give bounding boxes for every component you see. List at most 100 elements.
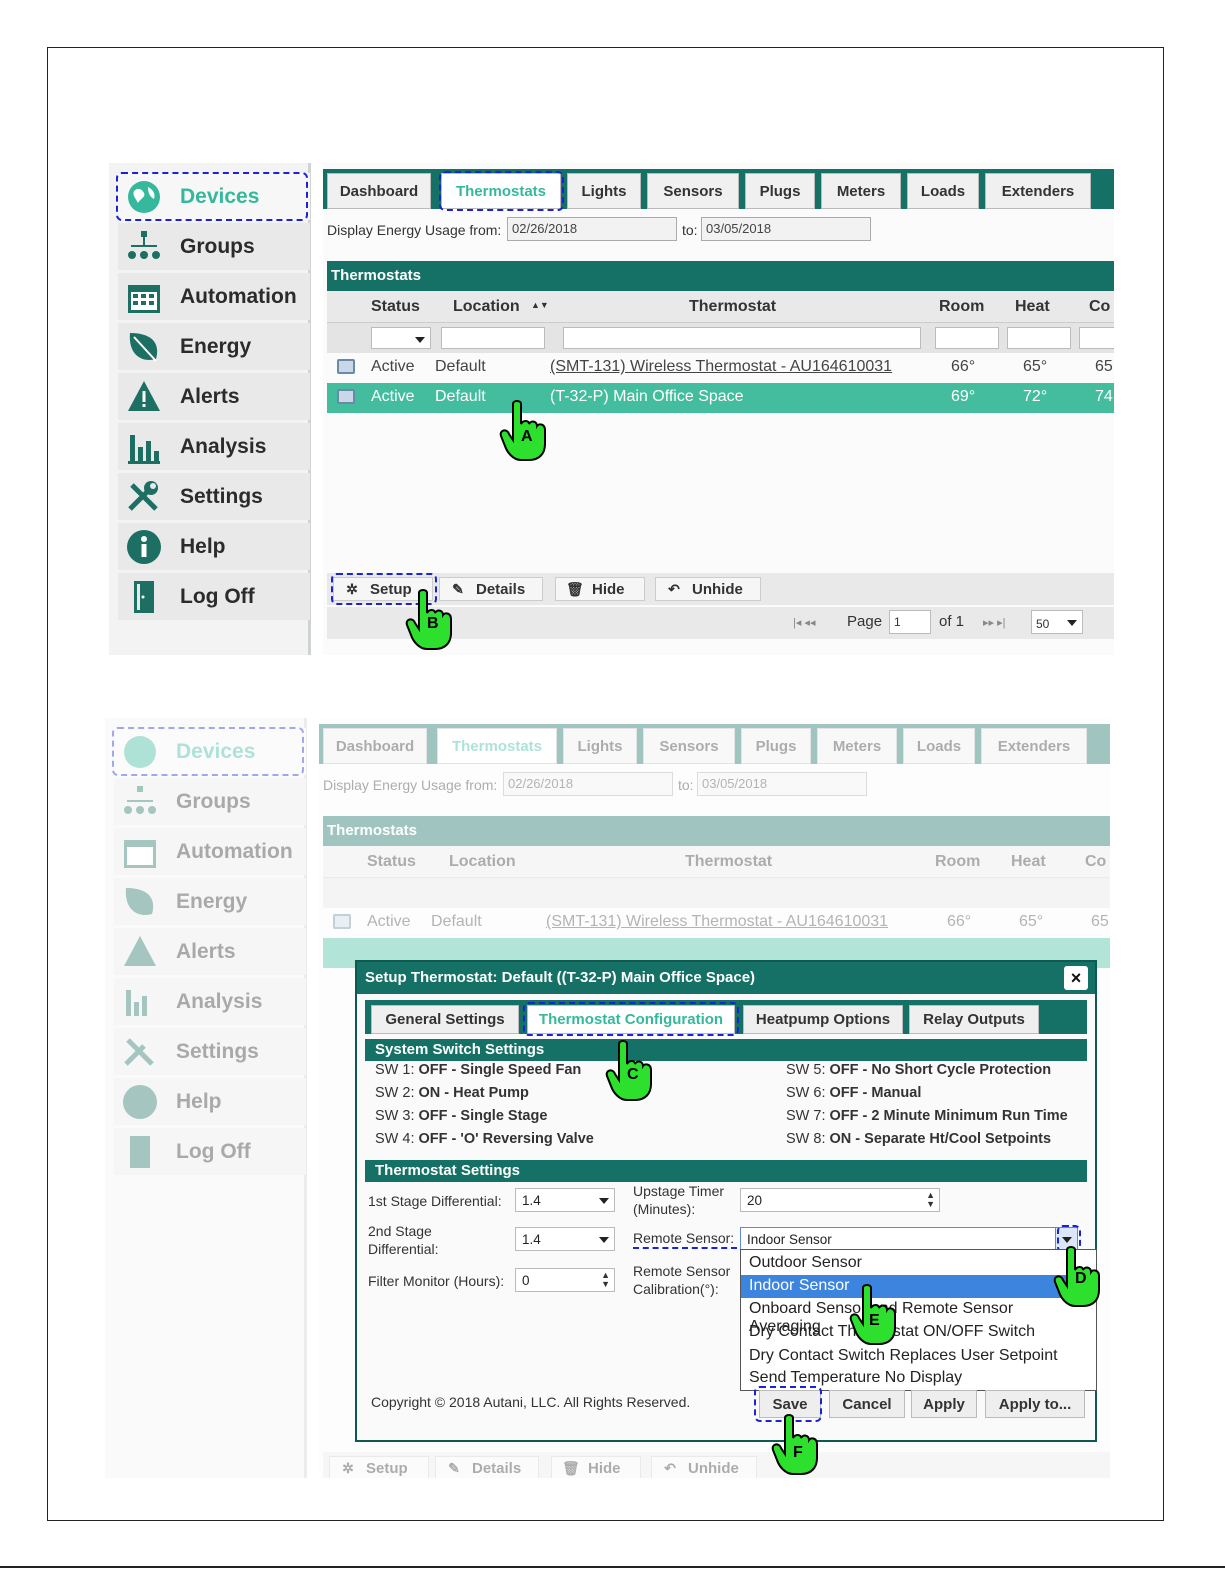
first-page-icon[interactable]: |◂ ◂◂	[793, 616, 815, 629]
row-cool: 74	[1095, 388, 1113, 405]
date-from-input[interactable]: 02/26/2018	[507, 217, 677, 241]
tab-general-settings[interactable]: General Settings	[371, 1005, 519, 1034]
tab-dashboard[interactable]: Dashboard	[327, 173, 431, 209]
heat-filter-input[interactable]	[1007, 327, 1071, 349]
nav-automation[interactable]: Automation	[118, 273, 310, 320]
cool-filter-input[interactable]	[1079, 327, 1114, 349]
col-thermostat[interactable]: Thermostat	[685, 853, 772, 871]
nav-groups[interactable]: Groups	[118, 223, 310, 270]
nav-analysis[interactable]: Analysis	[118, 423, 310, 470]
col-room[interactable]: Room	[935, 853, 980, 871]
tab-dashboard[interactable]: Dashboard	[323, 728, 427, 764]
col-cool[interactable]: Co	[1085, 853, 1106, 871]
nav-groups[interactable]: Groups	[114, 778, 306, 825]
option-outdoor-sensor[interactable]: Outdoor Sensor	[741, 1252, 1096, 1275]
nav-automation[interactable]: Automation	[114, 828, 306, 875]
tab-extenders[interactable]: Extenders	[981, 728, 1087, 764]
nav-settings[interactable]: Settings	[114, 1028, 306, 1075]
tab-plugs[interactable]: Plugs	[741, 728, 811, 764]
tab-thermostats[interactable]: Thermostats	[441, 173, 561, 209]
col-location[interactable]: Location	[449, 853, 516, 871]
unhide-button[interactable]: ↶ Unhide	[655, 577, 761, 601]
tab-thermostats[interactable]: Thermostats	[437, 728, 557, 764]
room-filter-input[interactable]	[935, 327, 999, 349]
tab-relay-outputs[interactable]: Relay Outputs	[909, 1005, 1039, 1034]
tab-meters[interactable]: Meters	[821, 173, 901, 209]
hide-button[interactable]: 🗑 Hide	[555, 577, 645, 601]
tab-loads[interactable]: Loads	[903, 728, 975, 764]
upstage-spinner[interactable]: 20 ▲ ▼	[740, 1188, 940, 1212]
apply-button[interactable]: Apply	[911, 1390, 977, 1418]
date-to-input[interactable]: 03/05/2018	[697, 772, 867, 796]
nav-alerts[interactable]: Alerts	[114, 928, 306, 975]
upstage-value: 20	[747, 1193, 763, 1208]
tab-sensors[interactable]: Sensors	[643, 728, 735, 764]
tab-lights[interactable]: Lights	[567, 173, 641, 209]
col-heat[interactable]: Heat	[1015, 298, 1050, 316]
location-filter-input[interactable]	[441, 327, 545, 349]
option-send-temperature[interactable]: Send Temperature No Display	[741, 1367, 1096, 1390]
tab-extenders[interactable]: Extenders	[985, 173, 1091, 209]
nav-energy[interactable]: Energy	[114, 878, 306, 925]
col-heat[interactable]: Heat	[1011, 853, 1046, 871]
col-location[interactable]: Location	[453, 298, 520, 316]
nav-label: Settings	[176, 1039, 259, 1063]
spinner-arrows-icon[interactable]: ▲ ▼	[926, 1191, 935, 1209]
date-from-input[interactable]: 02/26/2018	[503, 772, 673, 796]
option-sensor-averaging[interactable]: Onboard Sensor and Remote Sensor Averagi…	[741, 1298, 1096, 1335]
sw-id: SW 3:	[375, 1108, 415, 1124]
stage2-select[interactable]: 1.4	[515, 1227, 615, 1251]
remote-sensor-value: Indoor Sensor	[747, 1232, 832, 1247]
row-thermostat-link[interactable]: (SMT-131) Wireless Thermostat - AU164610…	[546, 913, 888, 931]
tab-sensors[interactable]: Sensors	[647, 173, 739, 209]
option-indoor-sensor[interactable]: Indoor Sensor	[741, 1275, 1096, 1298]
nav-devices[interactable]: Devices	[118, 173, 310, 220]
page-size-select[interactable]: 50	[1031, 610, 1083, 634]
tab-heatpump-options[interactable]: Heatpump Options	[743, 1005, 903, 1034]
stage1-select[interactable]: 1.4	[515, 1188, 615, 1212]
tab-plugs[interactable]: Plugs	[745, 173, 815, 209]
status-filter-select[interactable]	[371, 327, 431, 349]
table-row-selected[interactable]: Active Default (T-32-P) Main Office Spac…	[327, 383, 1114, 413]
date-to-label: to:	[682, 222, 698, 238]
close-icon[interactable]: ×	[1064, 966, 1088, 990]
col-cool[interactable]: Co	[1089, 298, 1110, 316]
nav-analysis[interactable]: Analysis	[114, 978, 306, 1025]
option-dry-contact-switch[interactable]: Dry Contact Thermostat ON/OFF Switch	[741, 1321, 1096, 1344]
row-thermostat-link[interactable]: (SMT-131) Wireless Thermostat - AU164610…	[550, 358, 892, 376]
tab-lights[interactable]: Lights	[563, 728, 637, 764]
details-button[interactable]: ✎ Details	[435, 1456, 539, 1478]
col-room[interactable]: Room	[939, 298, 984, 316]
nav-help[interactable]: Help	[118, 523, 310, 570]
apply-to-button[interactable]: Apply to...	[985, 1390, 1085, 1418]
col-status[interactable]: Status	[367, 853, 416, 871]
hide-button[interactable]: 🗑 Hide	[551, 1456, 641, 1478]
nav-log-off[interactable]: Log Off	[114, 1128, 306, 1175]
nav-energy[interactable]: Energy	[118, 323, 310, 370]
spinner-arrows-icon[interactable]: ▲ ▼	[601, 1271, 610, 1289]
table-row[interactable]: Active Default (SMT-131) Wireless Thermo…	[323, 908, 1110, 938]
table-row[interactable]: Active Default (SMT-131) Wireless Thermo…	[327, 353, 1114, 383]
filter-spinner[interactable]: 0 ▲ ▼	[515, 1268, 615, 1292]
nav-alerts[interactable]: Alerts	[118, 373, 310, 420]
col-status[interactable]: Status	[371, 298, 420, 316]
nav-devices[interactable]: Devices	[114, 728, 306, 775]
remote-sensor-select[interactable]: Indoor Sensor	[740, 1227, 1078, 1251]
tab-thermostat-configuration[interactable]: Thermostat Configuration	[527, 1005, 735, 1034]
nav-settings[interactable]: Settings	[118, 473, 310, 520]
sort-icon[interactable]: ▲▼	[531, 300, 549, 310]
next-page-icon[interactable]: ▸▸ ▸|	[983, 616, 1005, 629]
row-thermostat[interactable]: (T-32-P) Main Office Space	[550, 388, 744, 406]
option-dry-contact-setpoint[interactable]: Dry Contact Switch Replaces User Setpoin…	[741, 1345, 1096, 1368]
cancel-button[interactable]: Cancel	[829, 1390, 905, 1418]
tab-meters[interactable]: Meters	[817, 728, 897, 764]
nav-log-off[interactable]: Log Off	[118, 573, 310, 620]
col-thermostat[interactable]: Thermostat	[689, 298, 776, 316]
date-to-input[interactable]: 03/05/2018	[701, 217, 871, 241]
nav-help[interactable]: Help	[114, 1078, 306, 1125]
tab-loads[interactable]: Loads	[907, 173, 979, 209]
thermostat-filter-input[interactable]	[563, 327, 921, 349]
page-input[interactable]: 1	[889, 610, 931, 634]
setup-button[interactable]: ✲ Setup	[329, 1456, 429, 1478]
unhide-button[interactable]: ↶ Unhide	[651, 1456, 757, 1478]
